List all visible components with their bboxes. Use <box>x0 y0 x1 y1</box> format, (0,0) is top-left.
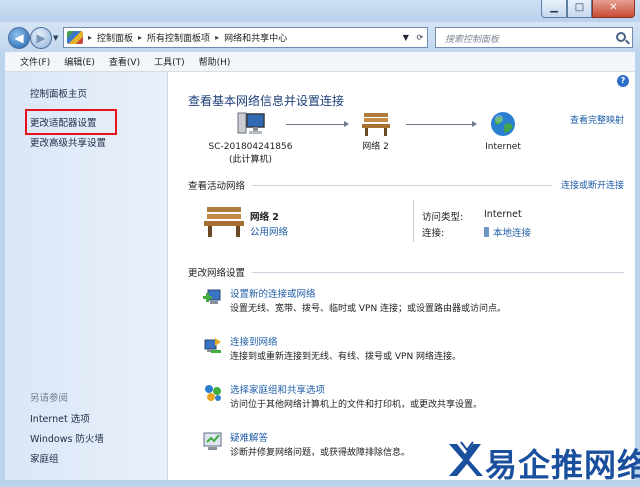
vertical-divider <box>413 200 414 242</box>
watermark-logo-icon <box>449 441 483 476</box>
task-title[interactable]: 选择家庭组和共享选项 <box>230 382 325 396</box>
menu-file[interactable]: 文件(F) <box>20 55 50 68</box>
minimize-button[interactable]: ▁ <box>541 0 567 18</box>
sidebar-link-internet-options[interactable]: Internet 选项 <box>30 411 90 425</box>
address-bar[interactable]: ▸ 控制面板 ▸ 所有控制面板项 ▸ 网络和共享中心 ▼ ⟳ <box>63 27 428 48</box>
bench-icon <box>361 113 390 136</box>
map-node-network[interactable]: 网络 2 <box>348 110 403 154</box>
active-networks-heading: 查看活动网络 <box>188 181 246 192</box>
homegroup-icon <box>205 385 221 401</box>
sidebar-link-advanced-sharing[interactable]: 更改高级共享设置 <box>30 135 106 149</box>
new-connection-icon <box>203 289 221 304</box>
menu-view[interactable]: 查看(V) <box>109 55 140 68</box>
computer-icon <box>237 112 265 134</box>
task-title[interactable]: 连接到网络 <box>230 334 278 348</box>
section-divider <box>252 272 624 273</box>
menu-bar: 文件(F) 编辑(E) 查看(V) 工具(T) 帮助(H) <box>5 52 635 72</box>
close-button[interactable]: ✕ <box>592 0 635 18</box>
bench-icon <box>204 207 244 237</box>
navigation-bar: ◀ ▶ ▼ ▸ 控制面板 ▸ 所有控制面板项 ▸ 网络和共享中心 ▼ ⟳ 搜索控… <box>0 22 640 52</box>
maximize-button[interactable]: □ <box>567 0 592 18</box>
node-label: SC-201804241856 <box>208 142 293 152</box>
connect-disconnect-link[interactable]: 连接或断开连接 <box>561 178 624 191</box>
control-panel-icon <box>67 31 83 44</box>
node-sublabel: (此计算机) <box>228 155 273 165</box>
breadcrumb-control-panel[interactable]: 控制面板 <box>97 31 133 44</box>
sidebar-link-home[interactable]: 控制面板主页 <box>30 86 87 100</box>
troubleshoot-icon <box>203 432 222 450</box>
connection-value[interactable]: 本地连接 <box>493 228 531 239</box>
task-title[interactable]: 设置新的连接或网络 <box>230 286 316 300</box>
sidebar-link-firewall[interactable]: Windows 防火墙 <box>30 431 104 445</box>
menu-edit[interactable]: 编辑(E) <box>64 55 95 68</box>
forward-button[interactable]: ▶ <box>30 27 52 49</box>
watermark: 易企推网络 <box>445 438 640 484</box>
title-bar: ▁ □ ✕ <box>0 0 640 22</box>
window-frame-bottom <box>0 480 640 487</box>
task-description: 诊断并修复网络问题，或获得故障排除信息。 <box>230 448 411 458</box>
section-divider <box>252 185 552 186</box>
help-icon[interactable]: ? <box>617 75 629 87</box>
chevron-right-icon[interactable]: ▸ <box>88 33 92 42</box>
globe-icon <box>491 112 515 136</box>
change-settings-heading: 更改网络设置 <box>188 268 246 279</box>
chevron-right-icon[interactable]: ▸ <box>138 33 142 42</box>
task-description: 连接到或重新连接到无线、有线、拨号或 VPN 网络连接。 <box>230 352 462 362</box>
connection-link[interactable]: 本地连接 <box>484 225 531 239</box>
map-node-computer[interactable]: SC-201804241856 (此计算机) <box>203 110 298 167</box>
access-type-value: Internet <box>484 209 522 220</box>
access-type-label: 访问类型: <box>422 212 464 223</box>
back-button[interactable]: ◀ <box>8 27 30 49</box>
map-connector <box>406 121 477 127</box>
address-dropdown-icon[interactable]: ▼ <box>403 33 409 42</box>
network-adapter-icon <box>484 227 489 237</box>
refresh-icon[interactable]: ⟳ <box>417 33 424 42</box>
map-connector <box>286 121 349 127</box>
network-name: 网络 2 <box>250 212 279 223</box>
node-label: Internet <box>485 142 521 152</box>
menu-tools[interactable]: 工具(T) <box>154 55 185 68</box>
task-description: 设置无线、宽带、拨号、临时或 VPN 连接；或设置路由器或访问点。 <box>230 304 507 314</box>
map-node-internet[interactable]: Internet <box>473 110 533 154</box>
breadcrumb-all-items[interactable]: 所有控制面板项 <box>147 31 210 44</box>
main-panel: ? 查看基本网络信息并设置连接 查看完整映射 SC-201804241856 (… <box>168 72 635 480</box>
search-placeholder: 搜索控制面板 <box>445 35 500 45</box>
see-also-heading: 另请参阅 <box>30 393 69 404</box>
page-title: 查看基本网络信息并设置连接 <box>188 94 345 108</box>
full-map-link[interactable]: 查看完整映射 <box>570 113 624 126</box>
highlight-box <box>25 109 117 135</box>
breadcrumb-network-center[interactable]: 网络和共享中心 <box>224 31 287 44</box>
task-title[interactable]: 疑难解答 <box>230 430 268 444</box>
search-input[interactable]: 搜索控制面板 <box>435 27 633 48</box>
network-type-link[interactable]: 公用网络 <box>250 224 288 238</box>
connect-network-icon <box>204 338 221 353</box>
chevron-right-icon[interactable]: ▸ <box>215 33 219 42</box>
node-label: 网络 2 <box>362 142 389 152</box>
window-controls: ▁ □ ✕ <box>541 0 635 18</box>
recent-pages-dropdown[interactable]: ▼ <box>53 34 58 42</box>
menu-help[interactable]: 帮助(H) <box>199 55 231 68</box>
sidebar-link-homegroup[interactable]: 家庭组 <box>30 451 59 465</box>
sidebar: 控制面板主页 更改适配器设置 更改高级共享设置 另请参阅 Internet 选项… <box>5 72 168 480</box>
task-description: 访问位于其他网络计算机上的文件和打印机，或更改共享设置。 <box>230 400 483 410</box>
search-icon[interactable] <box>616 32 626 42</box>
connection-label: 连接: <box>422 228 445 239</box>
